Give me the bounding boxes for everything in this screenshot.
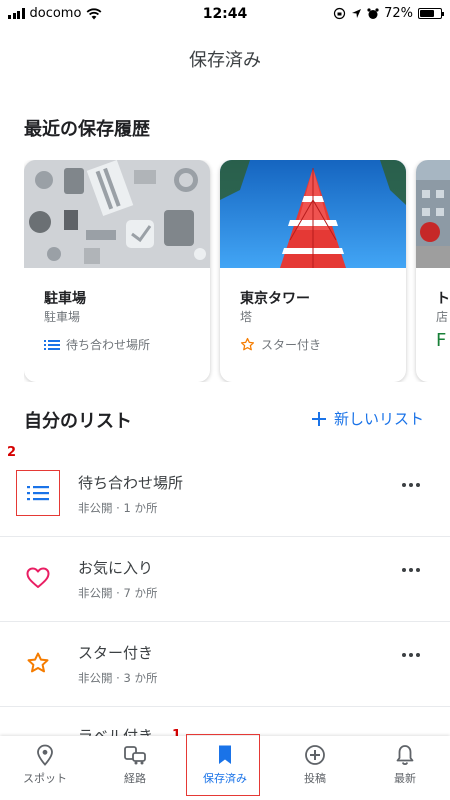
commute-icon (124, 746, 146, 765)
battery-icon (418, 8, 444, 19)
recent-cards-carousel[interactable]: 駐車場 駐車場 待ち合わせ場所 東京タワー 塔 スター付き ト 店 F (24, 160, 450, 382)
new-list-button[interactable]: 新しいリスト (311, 408, 424, 429)
list-icon (44, 339, 60, 350)
recent-card-partial[interactable]: ト 店 F (416, 160, 450, 382)
battery-fill (420, 10, 435, 17)
card-image-street (416, 160, 450, 268)
list-name: スター付き (78, 644, 154, 662)
status-right: 72% (333, 6, 444, 21)
nav-item-spot[interactable]: スポット (0, 736, 90, 800)
nav-label: 経路 (124, 772, 146, 785)
card-tag-label: 待ち合わせ場所 (66, 338, 151, 352)
more-options-icon[interactable] (402, 653, 420, 657)
card-subtitle: 店 (436, 310, 449, 324)
card-title: 駐車場 (44, 291, 86, 307)
card-subtitle: 塔 (240, 310, 253, 324)
card-title: 東京タワー (240, 291, 310, 307)
location-pin-icon (37, 744, 53, 766)
card-tag: F (436, 330, 446, 351)
plus-icon (311, 411, 326, 426)
card-title: ト (436, 291, 450, 307)
page-title: 保存済み (189, 50, 261, 71)
bell-icon (396, 745, 414, 765)
nav-label: 最新 (394, 772, 416, 785)
card-image-items (24, 160, 210, 268)
card-tag-label: スター付き (261, 338, 322, 352)
list-meta: 非公開 · 1 か所 (78, 501, 158, 515)
recent-card-parking[interactable]: 駐車場 駐車場 待ち合わせ場所 (24, 160, 210, 382)
nav-label: 投稿 (304, 772, 326, 785)
nav-item-updates[interactable]: 最新 (360, 736, 450, 800)
nav-item-route[interactable]: 経路 (90, 736, 180, 800)
card-tag-label: F (436, 330, 447, 351)
status-bar: docomo 12:44 72% (0, 0, 450, 28)
list-name: お気に入り (78, 559, 154, 577)
rotation-lock-icon (333, 7, 346, 20)
list-icon (24, 479, 52, 507)
my-lists-heading: 自分のリスト (24, 411, 132, 432)
list-meta: 非公開 · 7 か所 (78, 586, 158, 600)
recent-card-tokyo-tower[interactable]: 東京タワー 塔 スター付き (220, 160, 406, 382)
nav-label: スポット (23, 772, 67, 785)
battery-percent: 72% (384, 6, 413, 21)
star-icon (240, 337, 255, 351)
card-star-tag: スター付き (240, 336, 321, 353)
annotation-highlight-saved-tab (186, 734, 260, 796)
list-item-meeting-place[interactable]: 待ち合わせ場所 非公開 · 1 か所 (0, 452, 450, 537)
recent-heading: 最近の保存履歴 (24, 119, 150, 140)
nav-item-post[interactable]: 投稿 (270, 736, 360, 800)
alarm-icon (367, 7, 379, 19)
more-options-icon[interactable] (402, 568, 420, 572)
card-subtitle: 駐車場 (44, 310, 81, 324)
new-list-label: 新しいリスト (333, 410, 424, 428)
more-options-icon[interactable] (402, 483, 420, 487)
list-name: 待ち合わせ場所 (78, 474, 184, 492)
list-item-favorites[interactable]: お気に入り 非公開 · 7 か所 (0, 537, 450, 622)
add-circle-icon (305, 745, 325, 765)
list-item-starred[interactable]: スター付き 非公開 · 3 か所 (0, 622, 450, 707)
heart-icon (24, 564, 52, 592)
location-arrow-icon (352, 9, 362, 18)
star-icon (24, 649, 52, 677)
card-image-tower (220, 160, 406, 268)
card-list-tag: 待ち合わせ場所 (44, 336, 150, 353)
list-meta: 非公開 · 3 か所 (78, 671, 158, 685)
